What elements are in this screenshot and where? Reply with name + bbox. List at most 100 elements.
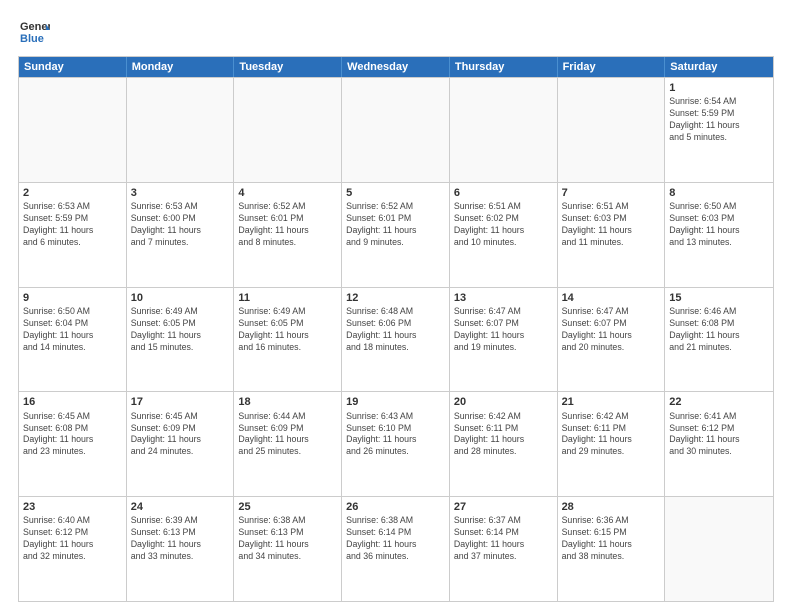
day-number: 2	[23, 186, 122, 200]
day-number: 24	[131, 500, 230, 514]
page-header: General Blue	[18, 16, 774, 48]
day-number: 9	[23, 291, 122, 305]
calendar-row: 2Sunrise: 6:53 AM Sunset: 5:59 PM Daylig…	[19, 182, 773, 287]
day-info: Sunrise: 6:50 AM Sunset: 6:03 PM Dayligh…	[669, 201, 769, 249]
day-number: 4	[238, 186, 337, 200]
day-info: Sunrise: 6:50 AM Sunset: 6:04 PM Dayligh…	[23, 306, 122, 354]
day-number: 26	[346, 500, 445, 514]
day-info: Sunrise: 6:47 AM Sunset: 6:07 PM Dayligh…	[562, 306, 661, 354]
day-number: 28	[562, 500, 661, 514]
day-number: 20	[454, 395, 553, 409]
calendar-cell: 2Sunrise: 6:53 AM Sunset: 5:59 PM Daylig…	[19, 183, 127, 287]
logo-icon: General Blue	[18, 16, 50, 48]
day-info: Sunrise: 6:47 AM Sunset: 6:07 PM Dayligh…	[454, 306, 553, 354]
weekday-header: Monday	[127, 57, 235, 77]
day-info: Sunrise: 6:38 AM Sunset: 6:14 PM Dayligh…	[346, 515, 445, 563]
calendar-cell: 6Sunrise: 6:51 AM Sunset: 6:02 PM Daylig…	[450, 183, 558, 287]
day-number: 16	[23, 395, 122, 409]
calendar-cell	[450, 78, 558, 182]
weekday-header: Wednesday	[342, 57, 450, 77]
day-number: 5	[346, 186, 445, 200]
day-number: 19	[346, 395, 445, 409]
calendar-cell	[558, 78, 666, 182]
day-number: 18	[238, 395, 337, 409]
day-info: Sunrise: 6:51 AM Sunset: 6:02 PM Dayligh…	[454, 201, 553, 249]
day-info: Sunrise: 6:53 AM Sunset: 6:00 PM Dayligh…	[131, 201, 230, 249]
day-info: Sunrise: 6:42 AM Sunset: 6:11 PM Dayligh…	[562, 411, 661, 459]
day-info: Sunrise: 6:41 AM Sunset: 6:12 PM Dayligh…	[669, 411, 769, 459]
calendar-body: 1Sunrise: 6:54 AM Sunset: 5:59 PM Daylig…	[19, 77, 773, 601]
day-number: 6	[454, 186, 553, 200]
day-info: Sunrise: 6:36 AM Sunset: 6:15 PM Dayligh…	[562, 515, 661, 563]
calendar-cell: 27Sunrise: 6:37 AM Sunset: 6:14 PM Dayli…	[450, 497, 558, 601]
day-number: 3	[131, 186, 230, 200]
day-info: Sunrise: 6:49 AM Sunset: 6:05 PM Dayligh…	[238, 306, 337, 354]
day-info: Sunrise: 6:54 AM Sunset: 5:59 PM Dayligh…	[669, 96, 769, 144]
calendar-cell: 21 Sunrise: 6:42 AM Sunset: 6:11 PM Dayli…	[558, 392, 666, 496]
day-number: 7	[562, 186, 661, 200]
calendar-cell: 10Sunrise: 6:49 AM Sunset: 6:05 PM Dayli…	[127, 288, 235, 392]
day-info: Sunrise: 6:52 AM Sunset: 6:01 PM Dayligh…	[346, 201, 445, 249]
weekday-header: Saturday	[665, 57, 773, 77]
calendar-cell: 9Sunrise: 6:50 AM Sunset: 6:04 PM Daylig…	[19, 288, 127, 392]
calendar-cell: 5Sunrise: 6:52 AM Sunset: 6:01 PM Daylig…	[342, 183, 450, 287]
calendar: SundayMondayTuesdayWednesdayThursdayFrid…	[18, 56, 774, 602]
calendar-cell: 3Sunrise: 6:53 AM Sunset: 6:00 PM Daylig…	[127, 183, 235, 287]
weekday-header: Sunday	[19, 57, 127, 77]
calendar-cell: 17 Sunrise: 6:45 AM Sunset: 6:09 PM Dayli…	[127, 392, 235, 496]
calendar-cell: 25Sunrise: 6:38 AM Sunset: 6:13 PM Dayli…	[234, 497, 342, 601]
calendar-row: 9Sunrise: 6:50 AM Sunset: 6:04 PM Daylig…	[19, 287, 773, 392]
calendar-cell: 22Sunrise: 6:41 AM Sunset: 6:12 PM Dayli…	[665, 392, 773, 496]
calendar-cell: 11Sunrise: 6:49 AM Sunset: 6:05 PM Dayli…	[234, 288, 342, 392]
calendar-cell: 28Sunrise: 6:36 AM Sunset: 6:15 PM Dayli…	[558, 497, 666, 601]
calendar-row: 1Sunrise: 6:54 AM Sunset: 5:59 PM Daylig…	[19, 77, 773, 182]
calendar-cell: 8Sunrise: 6:50 AM Sunset: 6:03 PM Daylig…	[665, 183, 773, 287]
calendar-cell: 18 Sunrise: 6:44 AM Sunset: 6:09 PM Dayli…	[234, 392, 342, 496]
day-number: 23	[23, 500, 122, 514]
day-info: Sunrise: 6:53 AM Sunset: 5:59 PM Dayligh…	[23, 201, 122, 249]
day-info: Sunrise: 6:48 AM Sunset: 6:06 PM Dayligh…	[346, 306, 445, 354]
calendar-cell	[127, 78, 235, 182]
calendar-cell: 7Sunrise: 6:51 AM Sunset: 6:03 PM Daylig…	[558, 183, 666, 287]
calendar-header: SundayMondayTuesdayWednesdayThursdayFrid…	[19, 57, 773, 77]
day-info: Sunrise: 6:52 AM Sunset: 6:01 PM Dayligh…	[238, 201, 337, 249]
day-number: 15	[669, 291, 769, 305]
day-info: Sunrise: 6:49 AM Sunset: 6:05 PM Dayligh…	[131, 306, 230, 354]
day-number: 17	[131, 395, 230, 409]
day-info: Sunrise: 6:39 AM Sunset: 6:13 PM Dayligh…	[131, 515, 230, 563]
calendar-cell: 4Sunrise: 6:52 AM Sunset: 6:01 PM Daylig…	[234, 183, 342, 287]
calendar-row: 16Sunrise: 6:45 AM Sunset: 6:08 PM Dayli…	[19, 391, 773, 496]
weekday-header: Friday	[558, 57, 666, 77]
day-number: 11	[238, 291, 337, 305]
calendar-cell: 1Sunrise: 6:54 AM Sunset: 5:59 PM Daylig…	[665, 78, 773, 182]
day-info: Sunrise: 6:38 AM Sunset: 6:13 PM Dayligh…	[238, 515, 337, 563]
calendar-cell: 14Sunrise: 6:47 AM Sunset: 6:07 PM Dayli…	[558, 288, 666, 392]
day-number: 13	[454, 291, 553, 305]
calendar-cell	[19, 78, 127, 182]
calendar-cell: 19 Sunrise: 6:43 AM Sunset: 6:10 PM Dayli…	[342, 392, 450, 496]
day-number: 21	[562, 395, 661, 409]
calendar-cell: 16Sunrise: 6:45 AM Sunset: 6:08 PM Dayli…	[19, 392, 127, 496]
day-info: Sunrise: 6:37 AM Sunset: 6:14 PM Dayligh…	[454, 515, 553, 563]
day-number: 25	[238, 500, 337, 514]
day-info: Sunrise: 6:46 AM Sunset: 6:08 PM Dayligh…	[669, 306, 769, 354]
day-info: Sunrise: 6:51 AM Sunset: 6:03 PM Dayligh…	[562, 201, 661, 249]
day-number: 1	[669, 81, 769, 95]
logo: General Blue	[18, 16, 50, 48]
day-number: 10	[131, 291, 230, 305]
weekday-header: Thursday	[450, 57, 558, 77]
calendar-cell: 12Sunrise: 6:48 AM Sunset: 6:06 PM Dayli…	[342, 288, 450, 392]
day-info: Sunrise: 6:42 AM Sunset: 6:11 PM Dayligh…	[454, 411, 553, 459]
calendar-cell	[665, 497, 773, 601]
day-number: 12	[346, 291, 445, 305]
svg-text:General: General	[20, 21, 50, 33]
day-info: Sunrise: 6:45 AM Sunset: 6:09 PM Dayligh…	[131, 411, 230, 459]
day-number: 27	[454, 500, 553, 514]
calendar-cell	[342, 78, 450, 182]
svg-text:Blue: Blue	[20, 33, 44, 45]
day-info: Sunrise: 6:44 AM Sunset: 6:09 PM Dayligh…	[238, 411, 337, 459]
day-number: 8	[669, 186, 769, 200]
day-info: Sunrise: 6:40 AM Sunset: 6:12 PM Dayligh…	[23, 515, 122, 563]
day-info: Sunrise: 6:43 AM Sunset: 6:10 PM Dayligh…	[346, 411, 445, 459]
calendar-cell: 13Sunrise: 6:47 AM Sunset: 6:07 PM Dayli…	[450, 288, 558, 392]
